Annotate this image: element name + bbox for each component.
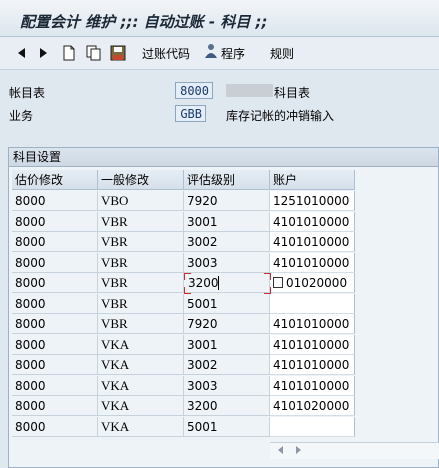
general-mod-cell: VBR (98, 211, 184, 232)
posting-code-button[interactable]: 过账代码 (142, 43, 190, 63)
chart-of-accounts-field[interactable]: 8000 (175, 82, 213, 99)
valuation-mod-cell: 8000 (12, 211, 98, 232)
column-header-account[interactable]: 账户 (270, 170, 355, 190)
general-mod-cell: VBR (98, 293, 184, 314)
valuation-class-cell: 3001 (184, 334, 270, 355)
valuation-mod-cell: 8000 (12, 273, 98, 293)
valuation-class-cell: 5001 (184, 416, 270, 437)
application-toolbar: 过账代码 程序 规则 (0, 37, 439, 70)
valuation-class-cell: 3200 (184, 396, 270, 416)
account-cell[interactable]: 4101010000 (270, 211, 355, 232)
general-mod-cell: VKA (98, 334, 184, 355)
valuation-mod-cell: 8000 (12, 416, 98, 437)
general-mod-cell: VBR (98, 273, 184, 293)
title-bar: 配置会计 维护 ;;: 自动过账 - 科目 ;; (0, 0, 439, 37)
focus-corner-top-left (184, 273, 191, 280)
redacted-text (226, 84, 273, 97)
general-mod-cell: VKA (98, 416, 184, 437)
account-cell[interactable] (270, 293, 355, 314)
general-mod-cell: VKA (98, 355, 184, 375)
valuation-mod-cell: 8000 (12, 396, 98, 416)
business-description: 库存记帐的冲销输入 (226, 109, 335, 123)
valuation-mod-cell: 8000 (12, 314, 98, 334)
account-cell[interactable] (270, 416, 355, 437)
chart-of-accounts-label: 帐目表 (9, 86, 46, 100)
general-mod-cell: VKA (98, 396, 184, 416)
focus-corner-top-right (264, 273, 271, 280)
posting-code-label: 过账代码 (142, 46, 191, 61)
valuation-class-cell: 7920 (184, 191, 270, 211)
column-header-general-mod[interactable]: 一般修改 (98, 170, 184, 190)
account-cell[interactable]: 4101020000 (270, 396, 355, 416)
account-cell[interactable]: 4101010000 (270, 375, 355, 396)
business-label: 业务 (9, 109, 34, 123)
column-header-valuation-class[interactable]: 评估级别 (184, 170, 270, 190)
valuation-class-cell: 7920 (184, 314, 270, 334)
account-cell[interactable]: 4101010000 (270, 334, 355, 355)
general-mod-cell: VBR (98, 314, 184, 334)
window-title: 配置会计 维护 ;;: 自动过账 - 科目 ;; (20, 13, 268, 31)
procedure-label: 程序 (221, 46, 246, 61)
valuation-class-cell: 3003 (184, 375, 270, 396)
valuation-mod-cell: 8000 (12, 252, 98, 273)
right-arrow-icon[interactable] (296, 446, 301, 454)
business-field[interactable]: GBB (175, 105, 206, 122)
procedure-button[interactable]: 程序 (203, 43, 245, 63)
valuation-mod-cell: 8000 (12, 375, 98, 396)
account-cell[interactable]: 4101010000 (270, 232, 355, 252)
rules-button[interactable]: 规则 (270, 43, 294, 63)
save-icon[interactable] (110, 43, 126, 63)
valuation-mod-cell: 8000 (12, 293, 98, 314)
valuation-mod-cell: 8000 (12, 191, 98, 211)
account-cell[interactable]: 4101010000 (270, 252, 355, 273)
header-fields: 帐目表 8000 科目表 业务 GBB 库存记帐的冲销输入 (0, 70, 439, 146)
valuation-class-cell: 5001 (184, 293, 270, 314)
horizontal-scrollbar[interactable] (270, 442, 439, 459)
valuation-mod-cell: 8000 (12, 232, 98, 252)
back-arrow-icon[interactable] (18, 43, 25, 63)
value-help-icon[interactable] (273, 277, 283, 288)
text-cursor (218, 276, 219, 290)
valuation-class-cell: 3001 (184, 211, 270, 232)
rules-label: 规则 (270, 46, 295, 61)
account-cell[interactable]: 1251010000 (270, 191, 355, 211)
forward-arrow-icon[interactable] (40, 43, 47, 63)
valuation-class-cell: 3003 (184, 252, 270, 273)
general-mod-cell: VBR (98, 252, 184, 273)
section-title: 科目设置 (9, 148, 438, 167)
valuation-mod-cell: 8000 (12, 355, 98, 375)
column-header-valuation-mod[interactable]: 估价修改 (12, 170, 98, 190)
copy-icon[interactable] (86, 43, 102, 63)
valuation-mod-cell: 8000 (12, 334, 98, 355)
valuation-class-cell: 3002 (184, 355, 270, 375)
account-cell[interactable]: 4101010000 (270, 314, 355, 334)
valuation-class-cell: 3002 (184, 232, 270, 252)
chart-of-accounts-suffix: 科目表 (274, 86, 311, 100)
general-mod-cell: VKA (98, 375, 184, 396)
account-cell[interactable]: 4101010000 (270, 355, 355, 375)
procedure-person-icon (203, 43, 219, 63)
valuation-class-cell[interactable]: 3200 (184, 273, 270, 293)
left-arrow-icon[interactable] (278, 446, 283, 454)
general-mod-cell: VBO (98, 191, 184, 211)
general-mod-cell: VBR (98, 232, 184, 252)
new-document-icon[interactable] (62, 43, 76, 63)
